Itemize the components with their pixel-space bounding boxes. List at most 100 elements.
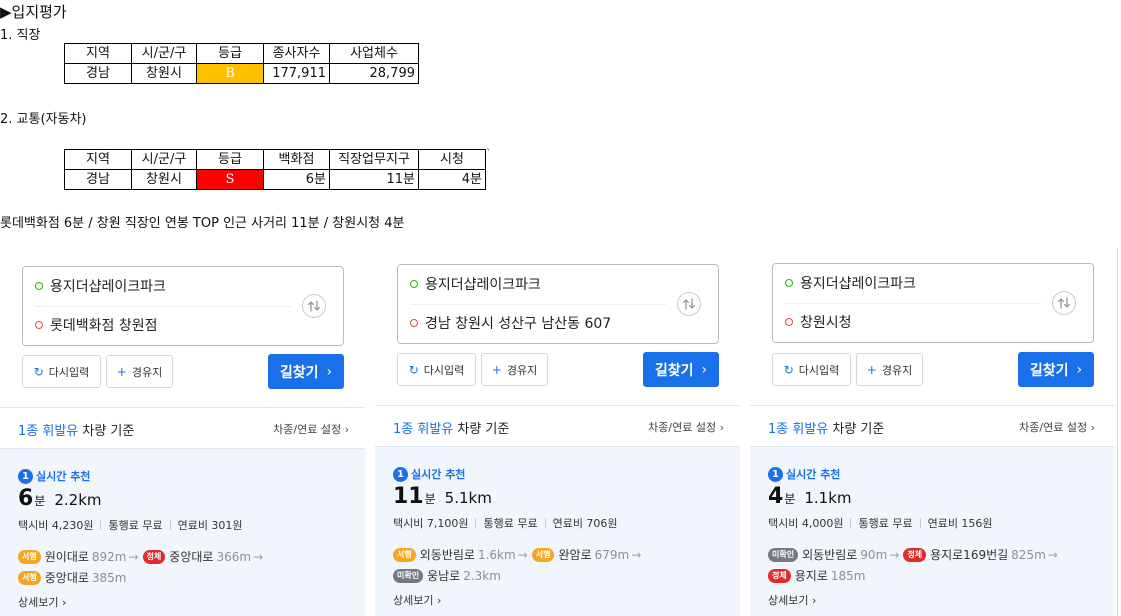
realtime-recommend: 1 실시간 추천 — [18, 468, 90, 484]
cell-city: 창원시 — [131, 169, 197, 190]
header-city-hall: 시청 — [418, 149, 486, 170]
vehicle-settings-link[interactable]: 차종/연료 설정 › — [1019, 419, 1095, 435]
cell-grade: B — [196, 63, 264, 84]
search-route-button[interactable]: 길찾기 › — [643, 352, 719, 387]
table-header-row: 지역 시/군/구 등급 백화점 직장업무지구 시청 — [64, 149, 486, 170]
toll-fee: 통행료 무료 — [483, 517, 538, 530]
search-route-button[interactable]: 길찾기 › — [268, 354, 344, 389]
travel-time: 4 — [768, 484, 784, 509]
header-grade: 등급 — [196, 149, 264, 170]
chevron-right-icon: › — [1076, 361, 1083, 378]
fuel-cost: 연료비 156원 — [927, 517, 993, 530]
cost-info: 택시비 7,100원 통행료 무료 연료비 706원 — [393, 515, 618, 531]
traffic-badge: 서행 — [18, 549, 41, 564]
cost-info: 택시비 4,000원 통행료 무료 연료비 156원 — [768, 515, 993, 531]
road-segments: 서행 외동반림로 1.6km → 서행 완암로 679m → — [393, 546, 645, 563]
destination-text: 창원시청 — [800, 315, 852, 331]
destination-field[interactable]: 롯데백화점 창원점 — [35, 315, 158, 335]
route-result[interactable]: 1 실시간 추천 11 분 5.1km 택시비 7,100원 통행료 무료 연료비 706… — [375, 446, 740, 616]
road-segments: 미확인 외동반림로 90m → 정체 용지로169번길 825m → — [768, 546, 1062, 563]
route-panel-1: 용지더샵레이크파크 롯데백화점 창원점 ↻ 다시입력 + 경유지 길찾기 › 1종 휘… — [0, 248, 365, 616]
search-route-button[interactable]: 길찾기 › — [1018, 352, 1094, 387]
add-waypoint-button[interactable]: + 경유지 — [106, 355, 173, 388]
detail-link[interactable]: 상세보기 › — [768, 592, 816, 608]
vehicle-settings-link[interactable]: 차종/연료 설정 › — [273, 421, 349, 437]
panel-edge — [1117, 248, 1118, 616]
arrow-right-icon: → — [517, 547, 528, 562]
arrow-right-icon: → — [1047, 547, 1058, 562]
origin-field[interactable]: 용지더샵레이크파크 — [785, 273, 916, 293]
vehicle-basis: 1종 휘발유 차량 기준 — [18, 424, 135, 439]
traffic-badge: 서행 — [531, 547, 555, 562]
route-panel-3: 용지더샵레이크파크 창원시청 ↻ 다시입력 + 경유지 길찾기 › 1종 휘발유 차량… — [750, 248, 1115, 616]
chevron-right-icon: › — [719, 421, 724, 434]
header-dept-store: 백화점 — [263, 149, 330, 170]
cell-region: 경남 — [64, 169, 132, 190]
cell-grade: S — [196, 169, 264, 190]
cost-info: 택시비 4,230원 통행료 무료 연료비 301원 — [18, 517, 243, 533]
divider — [375, 405, 740, 406]
button-row: ↻ 다시입력 + 경유지 길찾기 › — [397, 352, 719, 388]
fuel-cost: 연료비 706원 — [552, 517, 618, 530]
cell-workers: 177,911 — [263, 63, 330, 84]
cell-businesses: 28,799 — [329, 63, 419, 84]
plus-icon: + — [866, 362, 877, 377]
traffic-badge: 미확인 — [393, 568, 424, 583]
traffic-badge: 정체 — [903, 547, 927, 562]
route-result[interactable]: 1 실시간 추천 4 분 1.1km 택시비 4,000원 통행료 무료 연료비 156원… — [750, 446, 1115, 616]
destination-field[interactable]: 창원시청 — [785, 312, 852, 332]
workplace-table: 지역 시/군/구 등급 종사자수 사업체수 경남 창원시 B 177,911 2… — [64, 43, 419, 84]
table-row: 경남 창원시 S 6분 11분 4분 — [64, 169, 486, 190]
arrow-right-icon: → — [253, 549, 264, 564]
add-waypoint-button[interactable]: + 경유지 — [481, 353, 548, 386]
toll-fee: 통행료 무료 — [858, 517, 913, 530]
vehicle-settings-link[interactable]: 차종/연료 설정 › — [648, 419, 724, 435]
header-business-district: 직장업무지구 — [329, 149, 419, 170]
travel-distance: 2.2km — [54, 491, 102, 509]
origin-dot-icon — [410, 280, 418, 288]
taxi-fare: 택시비 7,100원 — [393, 517, 469, 530]
route-result[interactable]: 1 실시간 추천 6 분 2.2km 택시비 4,230원 통행료 무료 연료비 301원… — [0, 448, 365, 616]
route-panel-2: 용지더샵레이크파크 경남 창원시 성산구 남산동 607 ↻ 다시입력 + 경유지 … — [375, 248, 740, 616]
swap-icon[interactable] — [1052, 291, 1076, 315]
section-title: ▶입지평가 — [0, 3, 67, 21]
destination-field[interactable]: 경남 창원시 성산구 남산동 607 — [410, 313, 611, 333]
chevron-right-icon: › — [326, 363, 333, 380]
traffic-badge: 미확인 — [768, 547, 799, 562]
divider — [750, 405, 1115, 406]
reset-button[interactable]: ↻ 다시입력 — [22, 355, 101, 388]
table-row: 경남 창원시 B 177,911 28,799 — [64, 63, 419, 84]
button-row: ↻ 다시입력 + 경유지 길찾기 › — [22, 354, 344, 390]
add-waypoint-button[interactable]: + 경유지 — [856, 353, 923, 386]
origin-field[interactable]: 용지더샵레이크파크 — [410, 274, 541, 294]
time-distance: 4 분 1.1km — [768, 484, 852, 509]
refresh-icon: ↻ — [33, 364, 44, 379]
fuel-cost: 연료비 301원 — [177, 519, 243, 532]
swap-icon[interactable] — [677, 292, 701, 316]
time-distance: 6 분 2.2km — [18, 486, 102, 511]
chevron-right-icon: › — [1090, 421, 1095, 434]
detail-link[interactable]: 상세보기 › — [393, 592, 441, 608]
cell-business-district: 11분 — [329, 169, 419, 190]
road-segments: 서행 중앙대로 385m — [18, 569, 127, 586]
reset-button[interactable]: ↻ 다시입력 — [397, 353, 476, 386]
destination-text: 경남 창원시 성산구 남산동 607 — [425, 316, 612, 332]
swap-icon[interactable] — [302, 294, 326, 318]
chevron-right-icon: › — [701, 361, 708, 378]
route-divider — [785, 303, 1041, 304]
vehicle-basis: 1종 휘발유 차량 기준 — [393, 422, 510, 437]
cell-region: 경남 — [64, 63, 132, 84]
reset-button[interactable]: ↻ 다시입력 — [772, 353, 851, 386]
time-distance: 11 분 5.1km — [393, 484, 492, 509]
origin-text: 용지더샵레이크파크 — [800, 276, 916, 292]
detail-link[interactable]: 상세보기 › — [18, 594, 66, 610]
route-input-box: 용지더샵레이크파크 경남 창원시 성산구 남산동 607 — [397, 264, 719, 344]
traffic-badge: 정체 — [142, 549, 166, 564]
plus-icon: + — [491, 362, 502, 377]
header-businesses: 사업체수 — [329, 43, 419, 64]
origin-field[interactable]: 용지더샵레이크파크 — [35, 276, 166, 296]
travel-distance: 5.1km — [444, 489, 492, 507]
arrow-right-icon: → — [128, 549, 139, 564]
refresh-icon: ↻ — [783, 362, 794, 377]
summary-note: 롯데백화점 6분 / 창원 직장인 연봉 TOP 인근 사거리 11분 / 창원… — [0, 216, 405, 231]
